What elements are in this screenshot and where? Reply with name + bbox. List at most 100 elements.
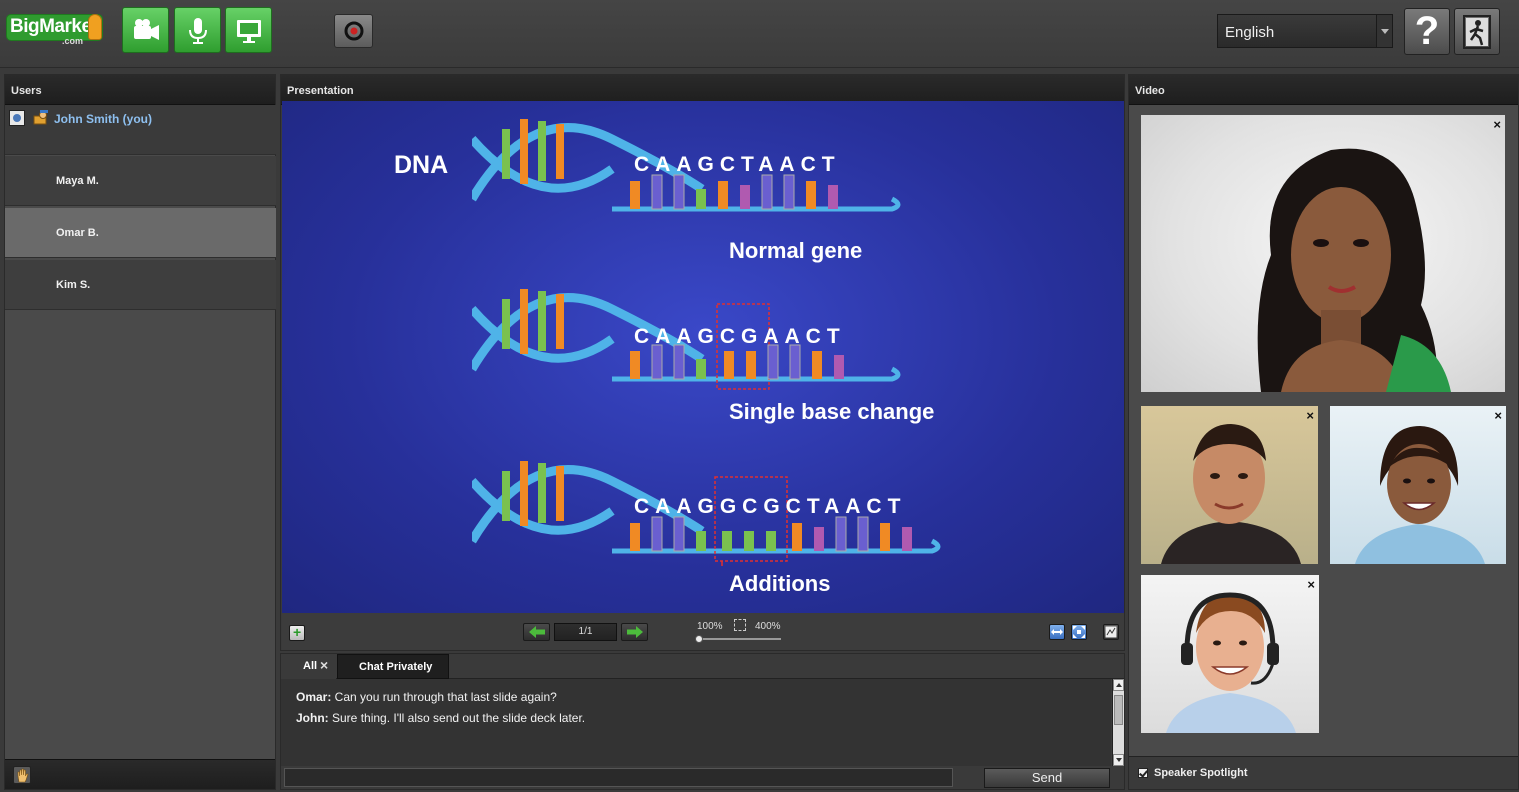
zoom-max-label: 400% — [755, 621, 781, 632]
dna-sequence-row: CAAGCGAACT Single base change — [282, 279, 1124, 429]
zoom-slider-track[interactable] — [697, 638, 781, 640]
chat-message-author: John: — [296, 711, 329, 725]
exit-door-icon — [1463, 15, 1491, 49]
dna-sequence-row: CAAGCTAACT Normal gene — [282, 109, 1124, 263]
dna-sequence-row: CAAGGCGCTAACT Additions — [282, 451, 1124, 601]
microphone-button[interactable] — [174, 7, 221, 53]
participant-video-feed — [1166, 592, 1296, 733]
expand-icon — [1073, 626, 1085, 638]
scroll-down-icon[interactable] — [1113, 754, 1124, 766]
arrow-left-icon — [529, 626, 545, 638]
chat-panel: All × Chat Privately Omar: Can you run t… — [280, 653, 1125, 790]
user-item[interactable]: Maya M. — [5, 156, 276, 206]
user-name: Omar B. — [56, 227, 99, 239]
close-video-icon[interactable]: × — [1307, 577, 1315, 592]
chat-message-author: Omar: — [296, 690, 332, 704]
presentation-panel: Presentation DNA CAAGCTAACT Normal gene … — [280, 74, 1125, 651]
close-icon[interactable]: × — [320, 657, 328, 673]
send-button[interactable]: Send — [984, 768, 1110, 788]
presentation-slide: DNA CAAGCTAACT Normal gene CAAGCGAACT Si… — [282, 101, 1124, 613]
dna-sequence: CAAGCGAACT — [634, 325, 846, 348]
dna-sequence: CAAGGCGCTAACT — [634, 495, 907, 518]
video-camera-icon — [134, 19, 159, 40]
chat-input[interactable] — [284, 768, 953, 787]
chat-scrollbar[interactable] — [1112, 679, 1124, 766]
chat-message: Omar: Can you run through that last slid… — [296, 690, 557, 704]
video-tile-speaker[interactable]: × — [1141, 115, 1505, 392]
zoom-slider-handle[interactable] — [695, 635, 703, 643]
participant-video-feed — [1161, 424, 1301, 564]
logo-domain: .com — [62, 36, 84, 46]
webcam-status-icon — [9, 110, 25, 126]
language-value: English — [1225, 24, 1275, 41]
chat-tab-label: All — [303, 660, 318, 672]
dna-sequence-label: Normal gene — [729, 238, 863, 263]
users-panel-title: Users — [11, 85, 42, 97]
presenter-icon — [33, 110, 48, 125]
record-button[interactable] — [334, 14, 373, 48]
chat-message: John: Sure thing. I'll also send out the… — [296, 711, 585, 725]
previous-slide-button[interactable] — [523, 623, 550, 641]
arrow-right-icon — [627, 626, 643, 638]
fit-width-button[interactable] — [1049, 624, 1065, 640]
whiteboard-icon — [1105, 626, 1117, 638]
presentation-panel-title: Presentation — [287, 85, 354, 97]
chat-message-text: Can you run through that last slide agai… — [331, 690, 557, 704]
language-select[interactable]: English — [1217, 14, 1393, 48]
microphone-icon — [189, 18, 207, 44]
logo-mascot-icon — [88, 14, 102, 40]
fullscreen-button[interactable] — [1071, 624, 1087, 640]
record-icon — [344, 21, 364, 41]
user-name: Kim S. — [56, 279, 91, 291]
chevron-down-icon — [1376, 15, 1392, 47]
chat-tab-all[interactable]: All × — [281, 654, 336, 679]
chat-message-list: Omar: Can you run through that last slid… — [281, 679, 1111, 766]
users-panel-header: Users — [5, 75, 275, 105]
video-panel: Video × × × × Speaker Spotlight — [1128, 74, 1519, 790]
next-slide-button[interactable] — [621, 623, 648, 641]
screen-share-button[interactable] — [225, 7, 272, 53]
scroll-up-icon[interactable] — [1113, 679, 1124, 691]
slide-page-indicator[interactable]: 1/1 — [554, 623, 617, 641]
video-panel-header: Video — [1129, 75, 1518, 105]
user-item-self[interactable]: John Smith (you) — [5, 105, 276, 155]
video-tile[interactable]: × — [1141, 406, 1318, 564]
speaker-spotlight-label: Speaker Spotlight — [1154, 767, 1248, 779]
speaker-spotlight-checkbox[interactable] — [1138, 768, 1148, 778]
zoom-min-label: 100% — [697, 621, 723, 632]
presentation-toolbar: 1/1 100% 400% — [282, 613, 1124, 650]
close-video-icon[interactable]: × — [1494, 408, 1502, 423]
users-panel: Users John Smith (you) Maya M. Omar B. K… — [4, 74, 276, 790]
close-video-icon[interactable]: × — [1306, 408, 1314, 423]
scrollbar-thumb[interactable] — [1114, 695, 1123, 725]
fit-width-icon — [1051, 629, 1063, 635]
user-name: John Smith (you) — [54, 112, 152, 126]
bigmarker-logo[interactable]: BigMarker .com — [6, 14, 104, 46]
monitor-icon — [237, 20, 261, 43]
chat-tab-label: Chat Privately — [359, 661, 433, 673]
hand-icon — [17, 768, 29, 783]
exit-button[interactable] — [1454, 8, 1500, 55]
video-panel-title: Video — [1135, 85, 1165, 97]
dna-sequence-label: Single base change — [729, 399, 935, 424]
participant-video-feed — [1355, 426, 1485, 564]
participant-video-feed — [1257, 148, 1451, 392]
video-tile[interactable]: × — [1330, 406, 1506, 564]
whiteboard-button[interactable] — [1103, 624, 1119, 640]
chat-tabs: All × Chat Privately — [281, 654, 1124, 679]
app-window: BigMarker .com English ? Users John Smit… — [0, 0, 1519, 792]
question-mark-icon: ? — [1414, 9, 1440, 53]
user-item[interactable]: Kim S. — [5, 260, 276, 310]
user-name: Maya M. — [56, 175, 99, 187]
upload-slides-button[interactable] — [289, 624, 305, 641]
close-video-icon[interactable]: × — [1493, 117, 1501, 132]
camera-button[interactable] — [122, 7, 169, 53]
help-button[interactable]: ? — [1404, 8, 1450, 55]
top-toolbar: BigMarker .com English ? — [0, 0, 1519, 68]
chat-tab-private[interactable]: Chat Privately — [337, 654, 449, 679]
user-item-selected[interactable]: Omar B. — [5, 208, 276, 258]
chat-message-text: Sure thing. I'll also send out the slide… — [328, 711, 586, 725]
video-tile[interactable]: × — [1141, 575, 1319, 733]
zoom-fit-icon[interactable] — [734, 619, 746, 631]
raise-hand-button[interactable] — [13, 766, 31, 784]
